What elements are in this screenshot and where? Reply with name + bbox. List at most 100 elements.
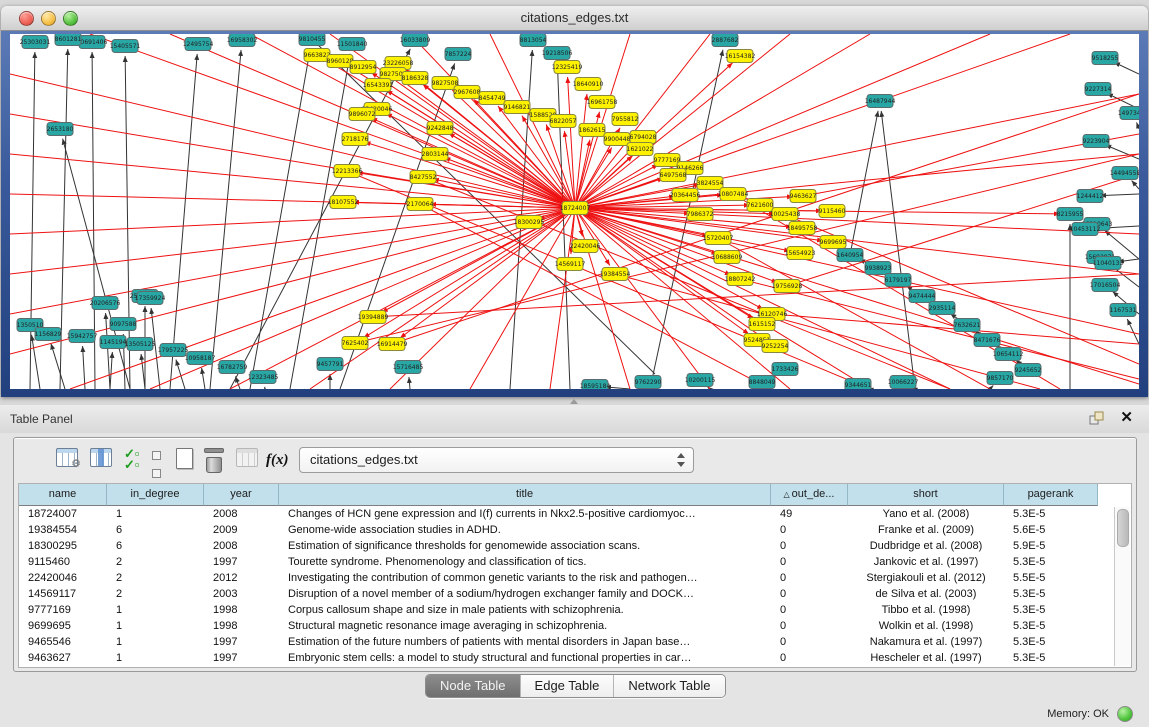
window-titlebar[interactable]: citations_edges.txt (1, 6, 1148, 31)
graph-node[interactable]: 8848049 (749, 376, 776, 389)
graph-node[interactable]: 1733426 (772, 363, 799, 376)
graph-node[interactable]: 9344651 (845, 379, 872, 390)
graph-node[interactable]: 9146821 (504, 101, 531, 114)
graph-node[interactable]: 7621600 (747, 199, 774, 212)
graph-node[interactable]: 18807242 (725, 273, 756, 286)
graph-node[interactable]: 10958187 (185, 352, 216, 365)
graph-node[interactable]: 16487944 (865, 95, 896, 108)
graph-node[interactable]: 2803144 (422, 148, 449, 161)
scrollbar-thumb[interactable] (1117, 509, 1129, 547)
graph-node[interactable]: 14973433 (1118, 107, 1139, 120)
column-header-short[interactable]: short (848, 484, 1004, 506)
graph-node[interactable]: 18640910 (573, 78, 604, 91)
graph-node[interactable]: 15654923 (785, 247, 816, 260)
table-row[interactable]: 946554611997Estimation of the future num… (19, 634, 1113, 650)
graph-node[interactable]: 1145194 (100, 336, 127, 349)
graph-node[interactable]: 12213366 (332, 165, 363, 178)
graph-node[interactable]: 25303031 (20, 36, 51, 49)
graph-node[interactable]: 9097588 (110, 318, 137, 331)
graph-node[interactable]: 20364456 (670, 189, 701, 202)
graph-node[interactable]: 8215955 (1057, 208, 1084, 221)
graph-node[interactable]: 10453112 (1070, 223, 1101, 236)
graph-node[interactable]: 9474444 (909, 290, 936, 303)
close-panel-icon[interactable]: ✕ (1120, 409, 1133, 427)
table-row[interactable]: 1938455462009Genome-wide association stu… (19, 522, 1113, 538)
column-header-name[interactable]: name (19, 484, 107, 506)
graph-node[interactable]: 19756928 (772, 280, 803, 293)
panel-resize-handle[interactable] (565, 398, 583, 405)
graph-node[interactable]: 18724007 (560, 202, 591, 215)
table-row[interactable]: 1456911722003Disruption of a novel membe… (19, 586, 1113, 602)
graph-node[interactable]: 12325419 (552, 61, 583, 74)
graph-node[interactable]: 9810455 (299, 34, 326, 46)
graph-node[interactable]: 8454749 (479, 92, 506, 105)
graph-node[interactable]: 11040133 (1093, 257, 1124, 270)
graph-node[interactable]: 7986372 (687, 208, 714, 221)
column-header-out_de[interactable]: △out_de... (771, 484, 848, 506)
graph-node[interactable]: 16033809 (400, 34, 431, 47)
table-row[interactable]: 969969511998Structural magnetic resonanc… (19, 618, 1113, 634)
function-builder-icon[interactable]: f(x) (266, 448, 290, 472)
graph-node[interactable]: 16782759 (217, 361, 248, 374)
table-row[interactable]: 1872400712008Changes of HCN gene express… (19, 506, 1113, 522)
graph-node[interactable]: 9115460 (819, 205, 846, 218)
graph-node[interactable]: 10654112 (993, 348, 1024, 361)
tab-edge-table[interactable]: Edge Table (521, 675, 615, 697)
graph-node[interactable]: 16958302 (227, 34, 258, 47)
tab-node-table[interactable]: Node Table (426, 675, 521, 697)
graph-node[interactable]: 9900448 (604, 133, 631, 146)
graph-node[interactable]: 7857224 (445, 48, 472, 61)
graph-node[interactable]: 13505125 (125, 338, 156, 351)
graph-node[interactable]: 3824554 (697, 177, 724, 190)
graph-node[interactable]: 11501840 (337, 38, 368, 51)
graph-node[interactable]: 9938923 (865, 262, 892, 275)
graph-node[interactable]: 16543392 (363, 79, 394, 92)
graph-node[interactable]: 1244412 (1077, 190, 1104, 203)
new-column-icon[interactable] (176, 448, 200, 472)
vertical-scrollbar[interactable] (1114, 507, 1130, 666)
graph-node[interactable]: 9245652 (1015, 364, 1042, 377)
table-row[interactable]: 2242004622012Investigating the contribut… (19, 570, 1113, 586)
graph-node[interactable]: 7625402 (342, 337, 369, 350)
graph-node[interactable]: 1167531 (1110, 304, 1137, 317)
graph-node[interactable]: 2718176 (342, 133, 369, 146)
graph-node[interactable]: 8186328 (402, 72, 429, 85)
graph-node[interactable]: 10066227 (888, 376, 919, 389)
graph-node[interactable]: 14494558 (1110, 167, 1139, 180)
network-canvas[interactable]: 1872400796638228960128891295423226058982… (10, 34, 1139, 389)
graph-node[interactable]: 18595184 (580, 380, 611, 390)
graph-node[interactable]: 2935114 (929, 302, 956, 315)
graph-node[interactable]: 6179197 (885, 274, 912, 287)
graph-node[interactable]: 16961758 (587, 96, 618, 109)
graph-node[interactable]: 10025438 (770, 208, 801, 221)
graph-node[interactable]: 14569117 (555, 258, 586, 271)
graph-node[interactable]: 15716485 (393, 361, 424, 374)
graph-node[interactable]: 19394889 (358, 311, 389, 324)
table-row[interactable]: 946362711997Embryonic stem cells: a mode… (19, 650, 1113, 666)
column-header-pagerank[interactable]: pagerank (1004, 484, 1098, 506)
graph-node[interactable]: 9227314 (1085, 83, 1112, 96)
graph-node[interactable]: 12323485 (248, 371, 279, 384)
graph-node[interactable]: 9242848 (427, 122, 454, 135)
graph-node[interactable]: 17016504 (1090, 279, 1121, 292)
graph-node[interactable]: 1615152 (749, 318, 776, 331)
delete-column-icon[interactable] (206, 448, 230, 472)
graph-node[interactable]: 17359924 (135, 292, 166, 305)
column-header-in_degree[interactable]: in_degree (107, 484, 204, 506)
graph-node[interactable]: 19384554 (600, 268, 631, 281)
graph-node[interactable]: 10688609 (712, 251, 743, 264)
graph-node[interactable]: 22420046 (570, 240, 601, 253)
clear-selection-icon[interactable] (152, 448, 164, 472)
graph-node[interactable]: 1640954 (837, 249, 864, 262)
graph-node[interactable]: 8601281 (55, 34, 82, 46)
graph-node[interactable]: 7955812 (612, 113, 639, 126)
graph-node[interactable]: 9896072 (349, 108, 376, 121)
table-row[interactable]: 1830029562008Estimation of significance … (19, 538, 1113, 554)
graph-node[interactable]: 8912954 (350, 61, 377, 74)
graph-node[interactable]: 10200115 (685, 374, 716, 387)
graph-node[interactable]: 6822057 (550, 115, 577, 128)
graph-node[interactable]: 18107552 (328, 196, 359, 209)
graph-node[interactable]: 7632621 (954, 319, 981, 332)
graph-node[interactable]: 15405571 (110, 40, 141, 53)
graph-node[interactable]: 2887682 (712, 34, 739, 47)
